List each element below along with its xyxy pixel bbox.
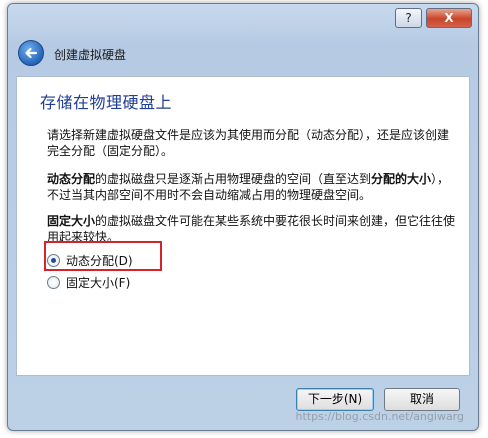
wizard-page: 存储在物理硬盘上 请选择新建虚拟硬盘文件是应该为其使用而分配（动态分配），还是应… <box>16 76 470 376</box>
radio-dynamic-allocation[interactable]: 动态分配(D) <box>47 251 133 269</box>
title-bar: ? X <box>8 4 478 34</box>
close-button[interactable]: X <box>426 8 472 28</box>
radio-label: 动态分配(D) <box>66 253 133 268</box>
dynamic-description: 动态分配的虚拟磁盘只是逐渐占用物理硬盘的空间（直至达到分配的大小），不过当其内部… <box>47 171 459 203</box>
radio-button[interactable] <box>47 275 60 289</box>
intro-text: 请选择新建虚拟硬盘文件是应该为其使用而分配（动态分配），还是应该创建完全分配（固… <box>47 128 450 158</box>
fixed-desc-rest: 的虚拟磁盘文件可能在某些系统中要花很长时间来创建，但它往往使用起来较快。 <box>47 214 456 244</box>
help-button[interactable]: ? <box>395 8 422 28</box>
next-button[interactable]: 下一步(N) <box>296 388 374 411</box>
radio-button[interactable] <box>47 253 60 267</box>
radio-fixed-size[interactable]: 固定大小(F) <box>47 273 130 291</box>
wizard-window: ? X 创建虚拟硬盘 存储在物理硬盘上 请选择新建虚拟硬盘文件是应该为其使用而分… <box>7 3 479 431</box>
allocated-size-term: 分配的大小 <box>371 172 432 186</box>
dynamic-desc-mid: 的虚拟磁盘只是逐渐占用物理硬盘的空间（直至达到 <box>95 172 372 186</box>
back-button[interactable] <box>18 40 44 66</box>
radio-label: 固定大小(F) <box>66 275 131 290</box>
dynamic-term: 动态分配 <box>47 172 96 186</box>
cancel-button[interactable]: 取消 <box>384 388 460 411</box>
wizard-title: 创建虚拟硬盘 <box>54 48 127 62</box>
watermark: https://blog.csdn.net/angiwarg <box>295 410 464 423</box>
fixed-term: 固定大小 <box>47 214 96 228</box>
page-heading: 存储在物理硬盘上 <box>40 93 173 112</box>
back-arrow-icon <box>25 47 38 59</box>
